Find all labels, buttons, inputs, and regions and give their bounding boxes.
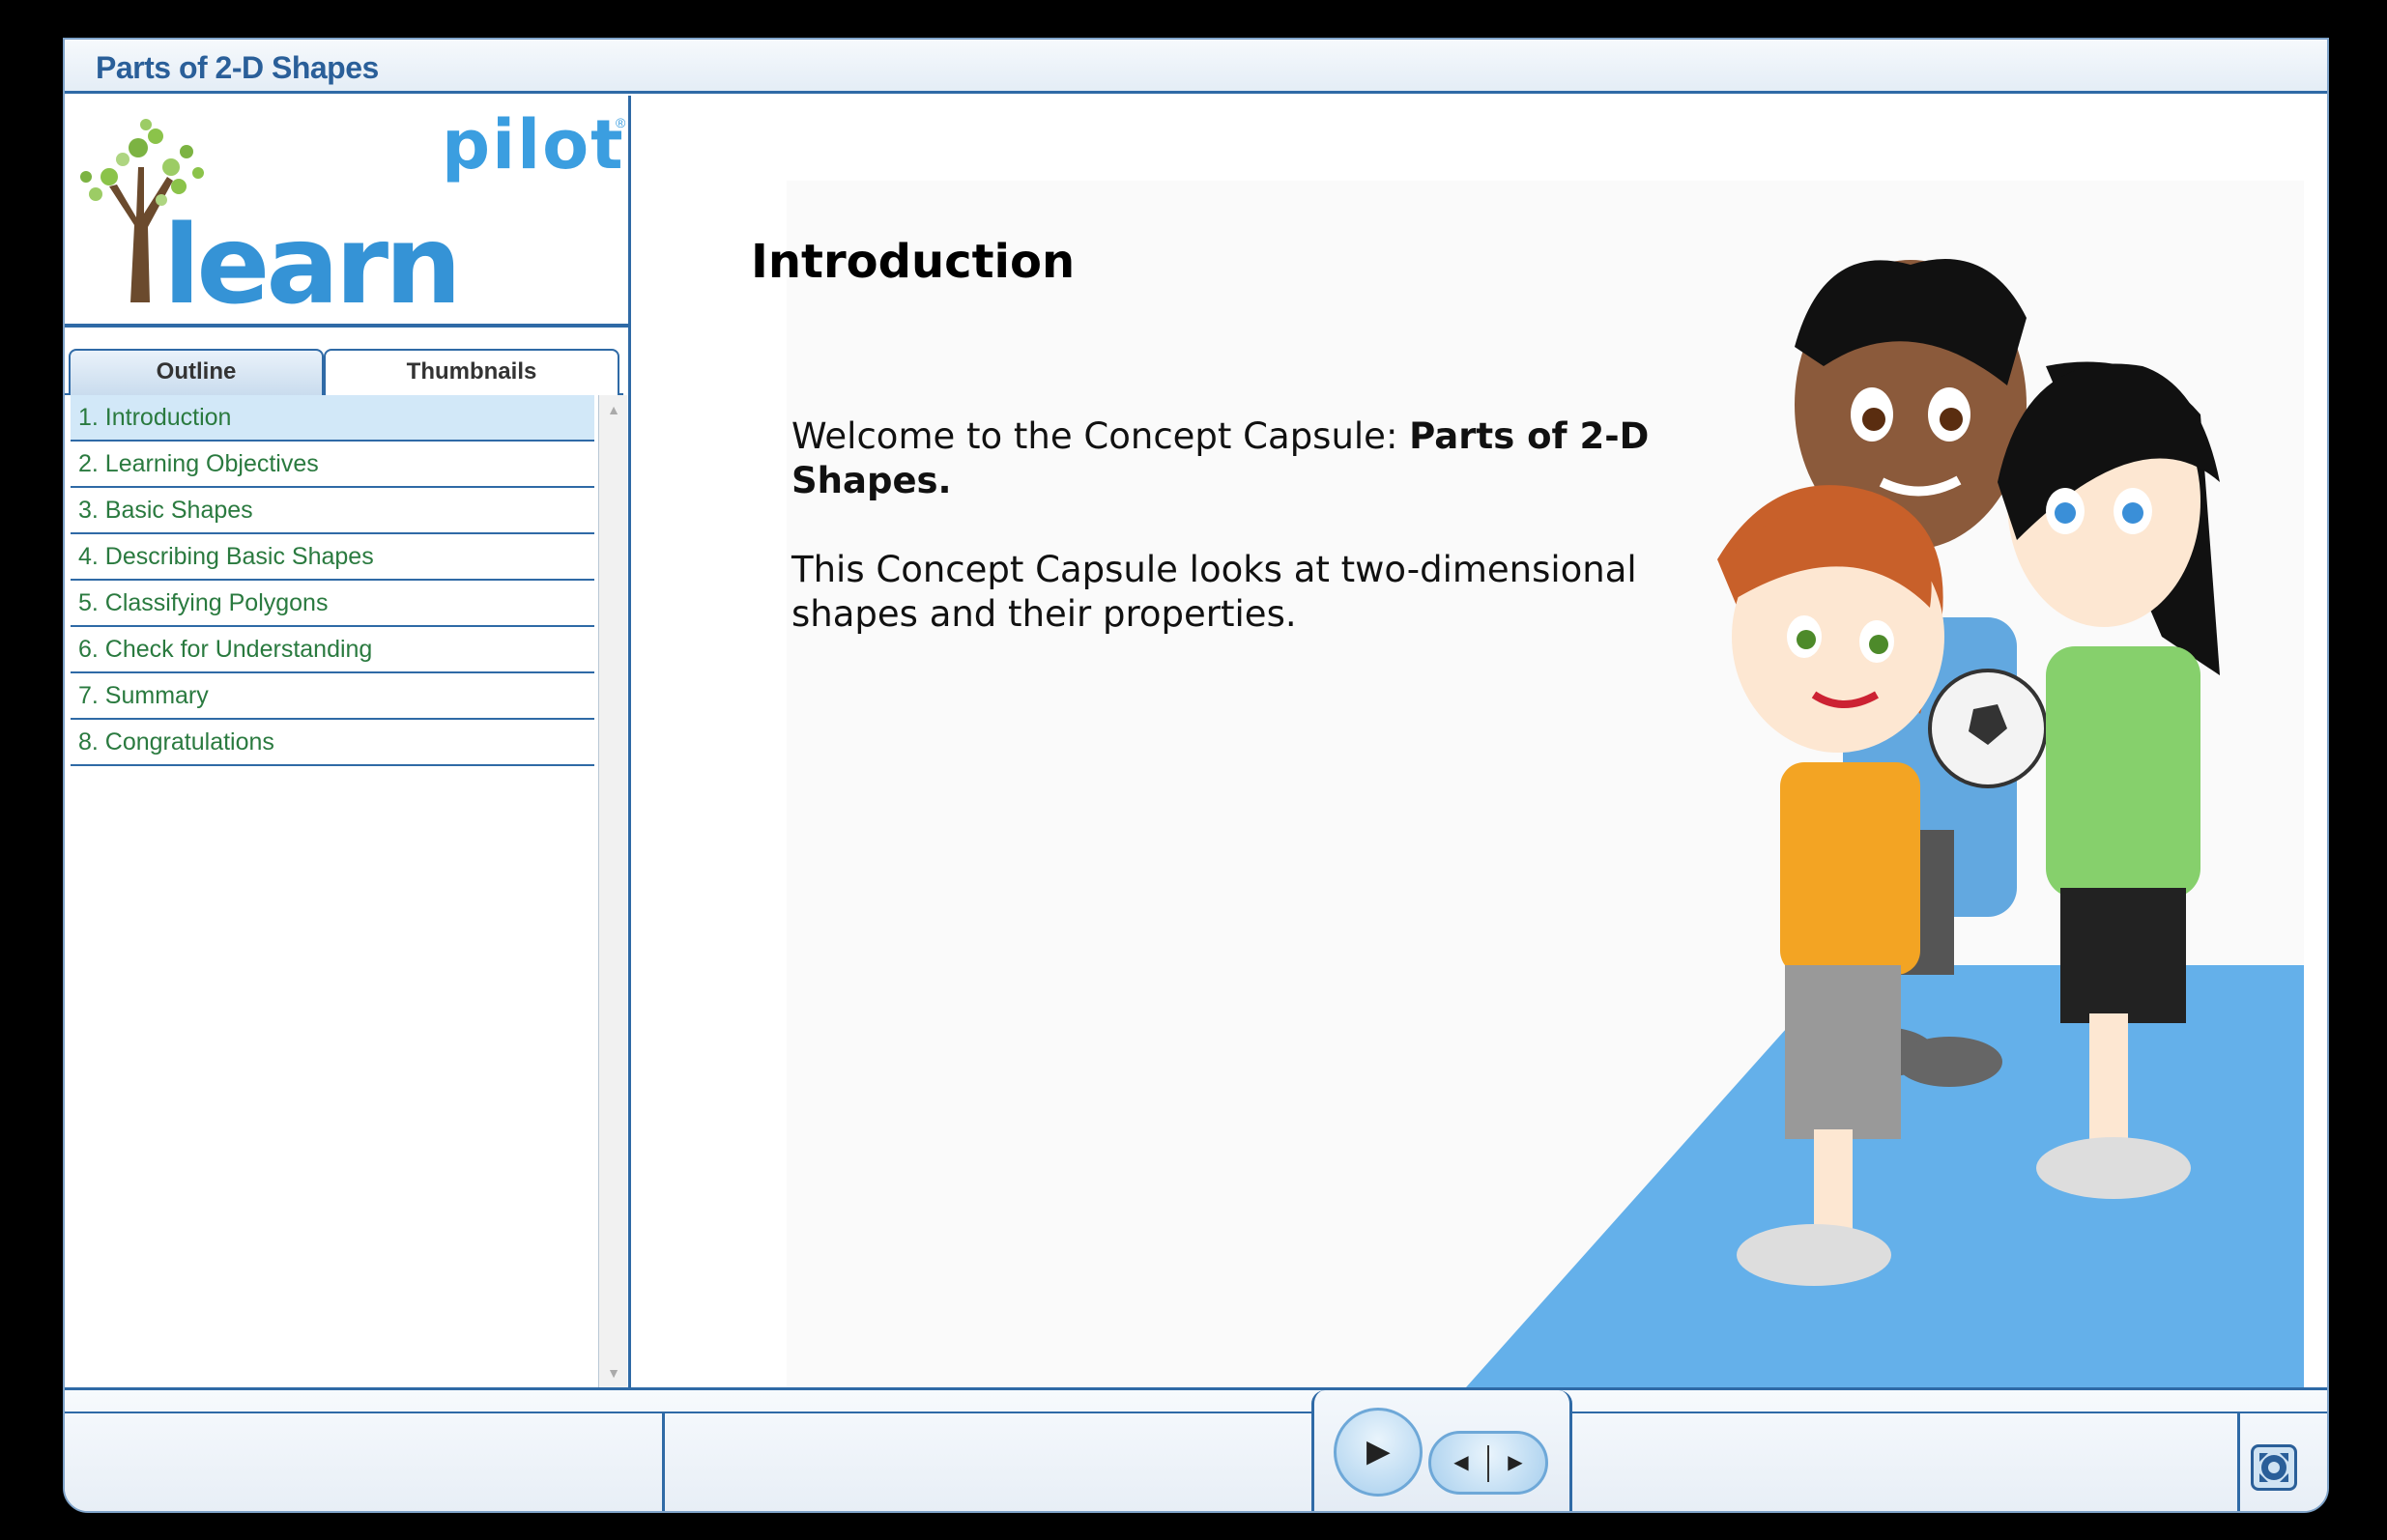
step-back-button[interactable]: ◀	[1439, 1443, 1483, 1482]
slide-area: Introduction Welcome to the Concept Caps…	[635, 96, 2327, 1396]
toolbar-divider	[662, 1413, 665, 1511]
step-forward-button[interactable]: ▶	[1493, 1443, 1538, 1482]
toolbar-divider	[2237, 1413, 2240, 1511]
tab-thumbnails[interactable]: Thumbnails	[324, 349, 619, 395]
play-button[interactable]: ▶	[1334, 1408, 1423, 1497]
outline-item-basic-shapes[interactable]: 3. Basic Shapes	[71, 488, 594, 534]
outline-item-learning-objectives[interactable]: 2. Learning Objectives	[71, 442, 594, 488]
fullscreen-glyph	[2259, 1453, 2288, 1482]
toolbar-rule	[65, 1412, 2327, 1413]
bottom-toolbar: ▶ ◀ ▶	[65, 1387, 2327, 1511]
pilot-wordmark: pilot	[442, 105, 625, 185]
learn-wordmark: learn	[163, 203, 462, 328]
fullscreen-icon[interactable]	[2251, 1444, 2297, 1491]
outline-item-introduction[interactable]: 1. Introduction	[71, 395, 594, 442]
sidebar: learn pilot ® Outline Thumbnails 1. Intr…	[65, 96, 631, 1387]
presentation-title: Parts of 2-D Shapes	[96, 50, 379, 85]
slide-title: Introduction	[751, 235, 1076, 289]
outline-list: 1. Introduction 2. Learning Objectives 3…	[65, 395, 594, 766]
outline-item-check-for-understanding[interactable]: 6. Check for Understanding	[71, 627, 594, 673]
kids-illustration	[1466, 259, 2304, 1387]
registered-mark: ®	[616, 115, 626, 130]
logo: learn pilot ®	[65, 96, 628, 328]
step-back-icon: ◀	[1453, 1452, 1469, 1473]
title-bar: Parts of 2-D Shapes	[65, 40, 2327, 94]
player-window: Parts of 2-D Shapes learn pilot ® Outlin…	[63, 38, 2329, 1513]
outline-item-describing-basic-shapes[interactable]: 4. Describing Basic Shapes	[71, 534, 594, 581]
tab-outline[interactable]: Outline	[69, 349, 324, 395]
outline-item-summary[interactable]: 7. Summary	[71, 673, 594, 720]
outline-item-classifying-polygons[interactable]: 5. Classifying Polygons	[71, 581, 594, 627]
scroll-down-icon[interactable]: ▼	[599, 1358, 628, 1387]
scroll-up-icon[interactable]: ▲	[599, 395, 628, 424]
outline-scrollbar[interactable]: ▲ ▼	[598, 395, 627, 1387]
step-controls: ◀ ▶	[1428, 1431, 1548, 1495]
outline-item-congratulations[interactable]: 8. Congratulations	[71, 720, 594, 766]
step-separator	[1487, 1445, 1489, 1482]
slide-text: Welcome to the Concept Capsule: Parts of…	[791, 414, 1719, 681]
description-paragraph: This Concept Capsule looks at two-dimens…	[791, 549, 1637, 635]
play-icon: ▶	[1366, 1436, 1390, 1468]
sidebar-tabs: Outline Thumbnails	[65, 349, 623, 395]
step-forward-icon: ▶	[1508, 1452, 1523, 1473]
welcome-text: Welcome to the Concept Capsule:	[791, 415, 1410, 457]
welcome-paragraph: Welcome to the Concept Capsule: Parts of…	[791, 414, 1719, 503]
